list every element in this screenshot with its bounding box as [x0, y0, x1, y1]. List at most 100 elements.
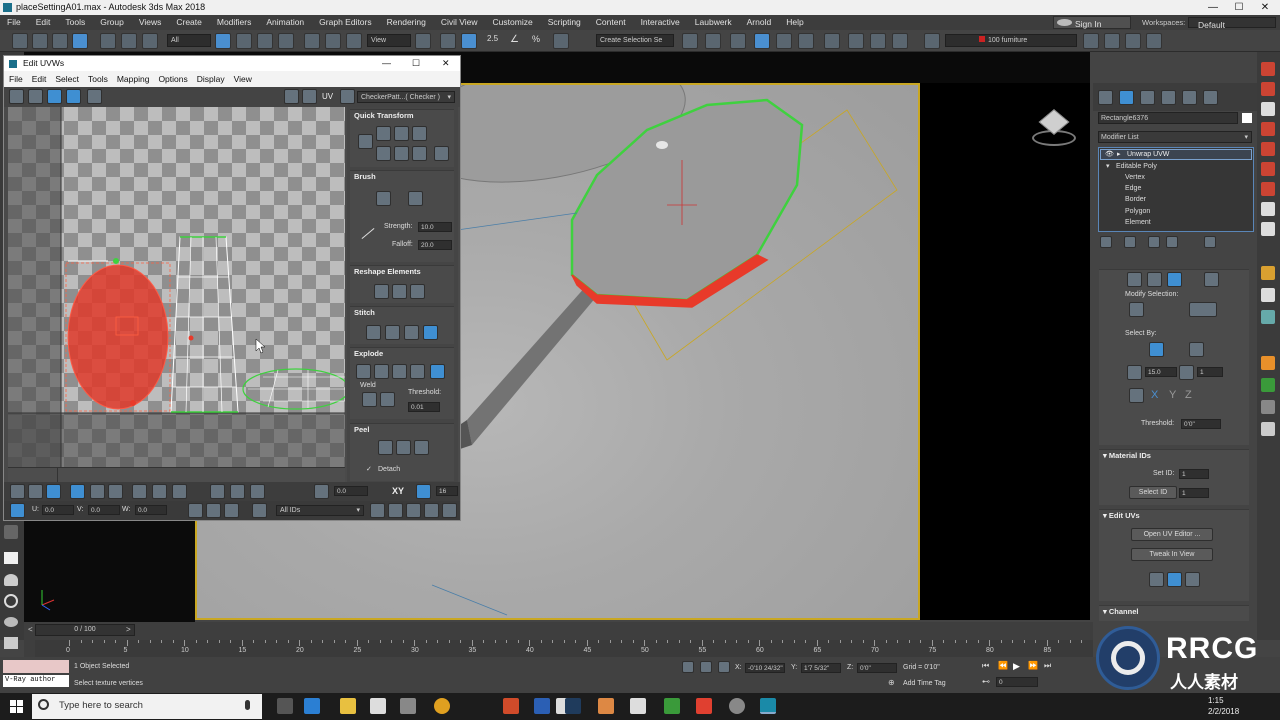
stack-item-polygon[interactable]: Polygon	[1125, 206, 1150, 217]
uv-minimize-button[interactable]: —	[382, 56, 391, 71]
grid-size-spinner[interactable]: 16	[436, 486, 458, 496]
3ds-max-icon[interactable]	[760, 698, 776, 714]
edge-mode-icon[interactable]	[28, 484, 43, 499]
axis-y-toggle[interactable]: Y	[1169, 389, 1176, 401]
uv-menu-display[interactable]: Display	[192, 71, 229, 87]
time-slider-prev[interactable]: <	[28, 625, 33, 634]
object-paint-icon[interactable]	[4, 574, 18, 586]
clock-time[interactable]: 1:15	[1208, 696, 1224, 705]
grow-selection-icon[interactable]	[90, 484, 105, 499]
filter-selected-icon[interactable]	[252, 503, 267, 518]
detach-checkbox[interactable]: ✓	[366, 465, 372, 473]
uv-texture-icon[interactable]	[340, 89, 355, 104]
menu-edit[interactable]: Edit	[29, 15, 59, 30]
show-end-result-icon[interactable]	[1124, 236, 1136, 248]
axis-z-toggle[interactable]: Z	[1185, 389, 1192, 401]
zoom-selected-icon[interactable]	[442, 503, 457, 518]
store-icon[interactable]	[370, 698, 386, 714]
cp-loop-icon[interactable]	[1189, 302, 1217, 317]
set-current-layer-icon[interactable]	[1125, 33, 1141, 49]
minimize-button[interactable]: —	[1200, 0, 1226, 15]
brush-strength-spinner[interactable]: 10.0	[418, 222, 452, 232]
pan-hand-icon[interactable]	[370, 503, 385, 518]
menu-tools[interactable]: Tools	[58, 15, 93, 30]
redo-icon[interactable]	[32, 33, 48, 49]
hair-tool-icon[interactable]	[1261, 202, 1275, 216]
soft-select-icon[interactable]	[210, 484, 225, 499]
symmetry-select-icon[interactable]	[1129, 388, 1144, 403]
angle-threshold-icon[interactable]	[1127, 365, 1142, 380]
maxscript-output-box[interactable]: V-Ray author	[3, 675, 69, 687]
chat-icon[interactable]	[400, 698, 416, 714]
brush-falloff-spinner[interactable]: 20.0	[418, 240, 452, 250]
menu-content[interactable]: Content	[589, 15, 634, 30]
quick-peel-icon[interactable]	[378, 440, 393, 455]
relax-brush-icon[interactable]	[408, 191, 423, 206]
maximize-button[interactable]: ☐	[1226, 0, 1252, 15]
reset-peel-icon[interactable]	[414, 440, 429, 455]
uv-menu-mapping[interactable]: Mapping	[112, 71, 154, 87]
motion-tab-icon[interactable]	[1161, 90, 1176, 105]
paint-select-icon[interactable]	[172, 484, 187, 499]
uv-close-button[interactable]: ✕	[442, 56, 450, 71]
grid-snap-icon[interactable]	[416, 484, 431, 499]
populate-icon[interactable]	[4, 594, 18, 608]
grid-tool-icon[interactable]	[1261, 142, 1275, 156]
z-coordinate-field[interactable]: 0'0"	[857, 663, 897, 673]
angle-threshold-spinner[interactable]: 15.0	[1145, 367, 1177, 377]
rotate-minus-90-icon[interactable]	[412, 146, 427, 161]
word-icon[interactable]	[534, 698, 550, 714]
menu-scripting[interactable]: Scripting	[541, 15, 589, 30]
redo-alt-icon[interactable]	[52, 33, 68, 49]
break-icon[interactable]	[356, 364, 371, 379]
open-uv-editor-button[interactable]: Open UV Editor ...	[1131, 528, 1213, 541]
wrench-icon[interactable]	[1261, 400, 1275, 414]
symmetry-threshold-spinner[interactable]: 0'0"	[1181, 419, 1221, 429]
uv-space-label[interactable]: UV	[322, 92, 333, 101]
select-id-spinner[interactable]: 1	[1179, 488, 1209, 498]
menu-rendering[interactable]: Rendering	[380, 15, 434, 30]
camtasia-icon[interactable]	[664, 698, 680, 714]
planar-angle-icon[interactable]	[1189, 342, 1204, 357]
uv-menu-select[interactable]: Select	[50, 71, 83, 87]
vertex-mode-icon[interactable]	[10, 484, 25, 499]
spinner-snap-icon[interactable]	[553, 33, 569, 49]
uv-maximize-button[interactable]: ☐	[412, 56, 420, 71]
relax-icon[interactable]	[392, 284, 407, 299]
stack-item-vertex[interactable]: Vertex	[1125, 172, 1145, 183]
microphone-icon[interactable]	[245, 700, 250, 710]
relax-until-flat-icon[interactable]	[410, 284, 425, 299]
straighten-selection-icon[interactable]	[374, 284, 389, 299]
plugin-icon[interactable]	[1261, 310, 1275, 324]
percent-snap-toggle[interactable]: %	[532, 34, 540, 44]
stack-item-unwrap-uvw[interactable]: 👁 ▸ Unwrap UVW	[1100, 149, 1252, 160]
clock-date[interactable]: 2/2/2018	[1208, 707, 1239, 716]
stack-item-element[interactable]: Element	[1125, 217, 1151, 228]
select-manipulate-icon[interactable]	[440, 33, 456, 49]
keyboard-shortcut-override-icon[interactable]	[461, 33, 477, 49]
media-icon[interactable]	[598, 698, 614, 714]
cp-edge-icon[interactable]	[1147, 272, 1162, 287]
texture-dropdown[interactable]: CheckerPatt...( Checker ) ▾	[357, 91, 455, 103]
uv-move-icon[interactable]	[9, 89, 24, 104]
bind-space-warp-icon[interactable]	[142, 33, 158, 49]
select-by-count-icon[interactable]	[1179, 365, 1194, 380]
uv-menu-tools[interactable]: Tools	[83, 71, 112, 87]
weld-target-icon[interactable]	[380, 392, 395, 407]
window-crossing-icon[interactable]	[278, 33, 294, 49]
stack-item-border[interactable]: Border	[1125, 194, 1146, 205]
make-unique-icon[interactable]	[1148, 236, 1160, 248]
align-to-edge-icon[interactable]	[376, 126, 391, 141]
next-frame-icon[interactable]: ⏩	[1028, 661, 1038, 670]
menu-modifiers[interactable]: Modifiers	[210, 15, 259, 30]
flatten-by-polygon-icon[interactable]	[392, 364, 407, 379]
absolute-mode-icon[interactable]	[10, 503, 25, 518]
space-vertical-icon[interactable]	[434, 146, 449, 161]
create-tab-icon[interactable]	[1098, 90, 1113, 105]
viewport-layout-icon[interactable]	[4, 525, 18, 539]
edge-browser-icon[interactable]	[304, 698, 320, 714]
uv-checker-toggle-icon[interactable]	[284, 89, 299, 104]
y-coordinate-field[interactable]: 1'7 5/32"	[801, 663, 841, 673]
layer-explorer-icon[interactable]	[730, 33, 746, 49]
render-production-icon[interactable]	[892, 33, 908, 49]
